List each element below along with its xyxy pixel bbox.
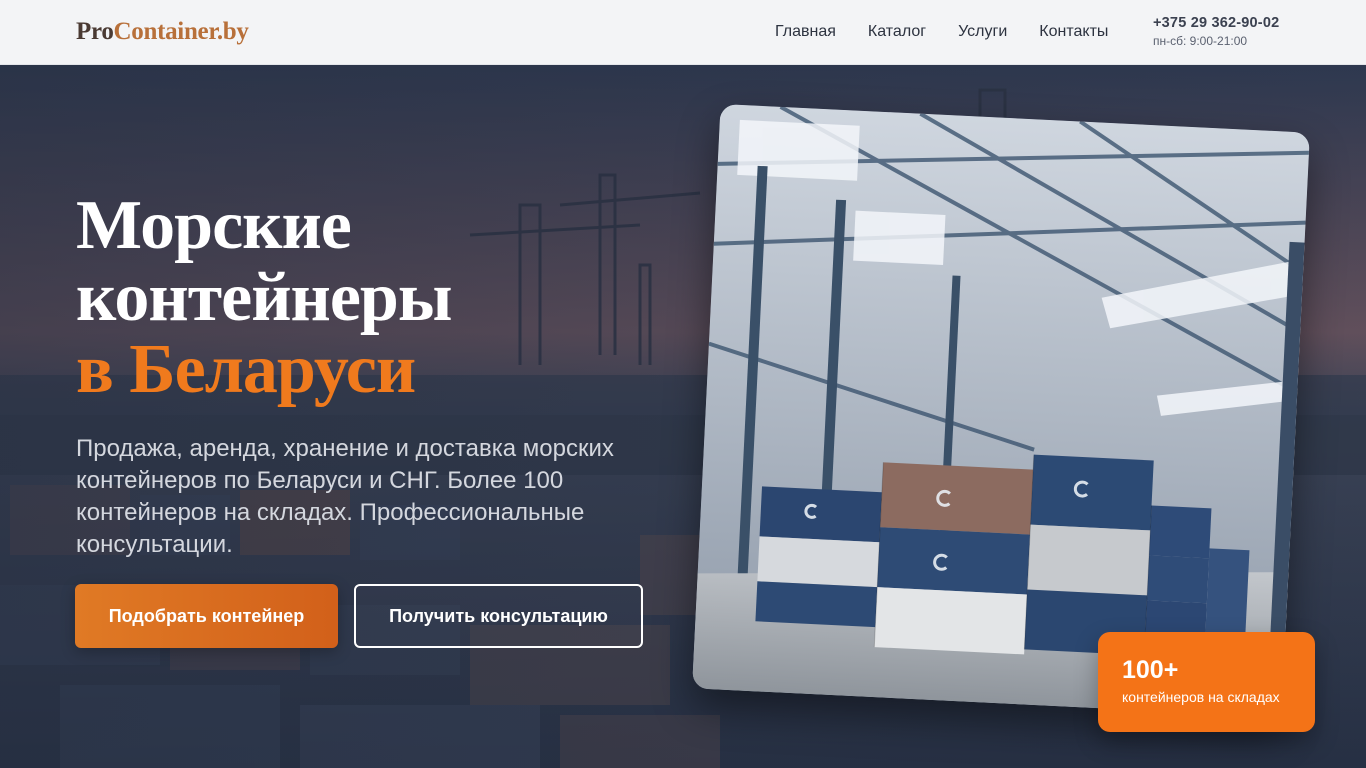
logo-part-container: Container.by	[113, 18, 249, 45]
title-line-2: контейнеры	[76, 259, 453, 336]
working-hours: пн-сб: 9:00-21:00	[1153, 34, 1248, 48]
nav-item-contacts[interactable]: Контакты	[1039, 22, 1108, 42]
warehouse-image-card	[692, 103, 1310, 718]
stock-stat-badge: 100+ контейнеров на складах	[1098, 632, 1315, 732]
choose-container-button[interactable]: Подобрать контейнер	[75, 584, 338, 648]
get-consultation-button[interactable]: Получить консультацию	[354, 584, 643, 648]
stat-label: контейнеров на складах	[1122, 689, 1280, 705]
title-line-1: Морские	[76, 187, 352, 264]
hero-title: Морские контейнеры в Беларуси	[76, 187, 453, 408]
hero-subtitle: Продажа, аренда, хранение и доставка мор…	[76, 435, 614, 558]
warehouse-image	[692, 103, 1310, 718]
site-logo[interactable]: ProContainer.by	[76, 18, 249, 46]
nav-item-catalog[interactable]: Каталог	[868, 22, 926, 42]
logo-part-pro: Pro	[76, 18, 114, 45]
stat-number: 100+	[1122, 656, 1179, 684]
title-accent: в Беларуси	[76, 331, 416, 408]
site-header: ProContainer.by Главная Каталог Услуги К…	[0, 0, 1366, 65]
main-nav: Главная Каталог Услуги Контакты	[775, 22, 1140, 42]
nav-item-home[interactable]: Главная	[775, 22, 836, 42]
header-contact: +375 29 362-90-02 пн-сб: 9:00-21:00	[1153, 15, 1279, 48]
phone-link[interactable]: +375 29 362-90-02	[1153, 15, 1279, 31]
nav-item-services[interactable]: Услуги	[958, 22, 1007, 42]
